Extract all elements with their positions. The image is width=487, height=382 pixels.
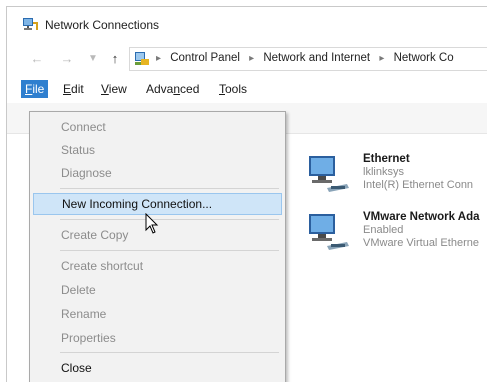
- menu-item-new-incoming-connection[interactable]: New Incoming Connection...: [33, 193, 282, 215]
- connection-status: Enabled: [363, 224, 404, 236]
- menu-item-delete[interactable]: Delete: [33, 279, 282, 301]
- menu-item-diagnose[interactable]: Diagnose: [33, 162, 282, 184]
- menu-advanced[interactable]: Advanced: [142, 80, 203, 98]
- menu-item-close[interactable]: Close: [33, 357, 282, 379]
- menu-bar: File Edit View Advanced Tools: [7, 77, 487, 99]
- control-panel-icon: [135, 52, 149, 65]
- menu-item-connect[interactable]: Connect: [33, 116, 282, 138]
- connection-item-ethernet[interactable]: Ethernet lklinksys Intel(R) Ethernet Con…: [305, 152, 487, 204]
- connection-name: VMware Network Ada: [363, 211, 480, 223]
- chevron-right-icon: ▸: [156, 53, 162, 64]
- connection-details: VMware Network Ada Enabled VMware Virtua…: [363, 210, 480, 250]
- menu-tools[interactable]: Tools: [215, 80, 251, 98]
- menu-edit[interactable]: Edit: [59, 80, 88, 98]
- navigation-row: ← → ▼ ↑ ▸ Control Panel ▸ Network and In…: [7, 45, 487, 73]
- network-adapter-icon: [309, 156, 349, 192]
- breadcrumb-network-and-internet[interactable]: Network and Internet: [263, 52, 370, 64]
- menu-separator: [60, 219, 279, 220]
- mouse-cursor-icon: [145, 213, 159, 234]
- file-menu-dropdown: Connect Status Diagnose New Incoming Con…: [29, 111, 286, 382]
- menu-item-properties[interactable]: Properties: [33, 327, 282, 349]
- up-arrow-icon[interactable]: ↑: [107, 51, 123, 66]
- menu-separator: [60, 250, 279, 251]
- recent-dropdown-icon[interactable]: ▼: [85, 53, 101, 64]
- connection-item-vmware[interactable]: VMware Network Ada Enabled VMware Virtua…: [305, 210, 487, 262]
- menu-separator: [60, 352, 279, 353]
- back-arrow-icon[interactable]: ←: [29, 51, 45, 66]
- connection-name: Ethernet: [363, 153, 410, 165]
- menu-separator: [60, 188, 279, 189]
- chevron-right-icon: ▸: [379, 53, 385, 64]
- chevron-right-icon: ▸: [249, 53, 255, 64]
- window-title: Network Connections: [45, 18, 160, 32]
- breadcrumb-control-panel[interactable]: Control Panel: [170, 52, 240, 64]
- connection-details: Ethernet lklinksys Intel(R) Ethernet Con…: [363, 152, 473, 192]
- title-bar: Network Connections: [7, 7, 487, 41]
- network-connections-icon: [23, 18, 38, 30]
- menu-item-status[interactable]: Status: [33, 139, 282, 161]
- menu-file[interactable]: File: [21, 80, 49, 98]
- breadcrumb: ▸ Control Panel ▸ Network and Internet ▸…: [156, 52, 454, 64]
- menu-item-create-shortcut[interactable]: Create shortcut: [33, 255, 282, 277]
- address-bar[interactable]: ▸ Control Panel ▸ Network and Internet ▸…: [129, 47, 487, 71]
- connection-device: Intel(R) Ethernet Conn: [363, 179, 474, 191]
- menu-item-rename[interactable]: Rename: [33, 303, 282, 325]
- network-adapter-icon: [309, 214, 349, 250]
- connection-device: VMware Virtual Etherne: [363, 237, 479, 249]
- network-connections-window: Network Connections ← → ▼ ↑ ▸ Control Pa…: [6, 6, 487, 382]
- menu-view[interactable]: View: [97, 80, 131, 98]
- breadcrumb-network-connections[interactable]: Network Co: [394, 52, 454, 64]
- forward-arrow-icon[interactable]: →: [59, 51, 75, 66]
- connection-status: lklinksys: [363, 166, 404, 178]
